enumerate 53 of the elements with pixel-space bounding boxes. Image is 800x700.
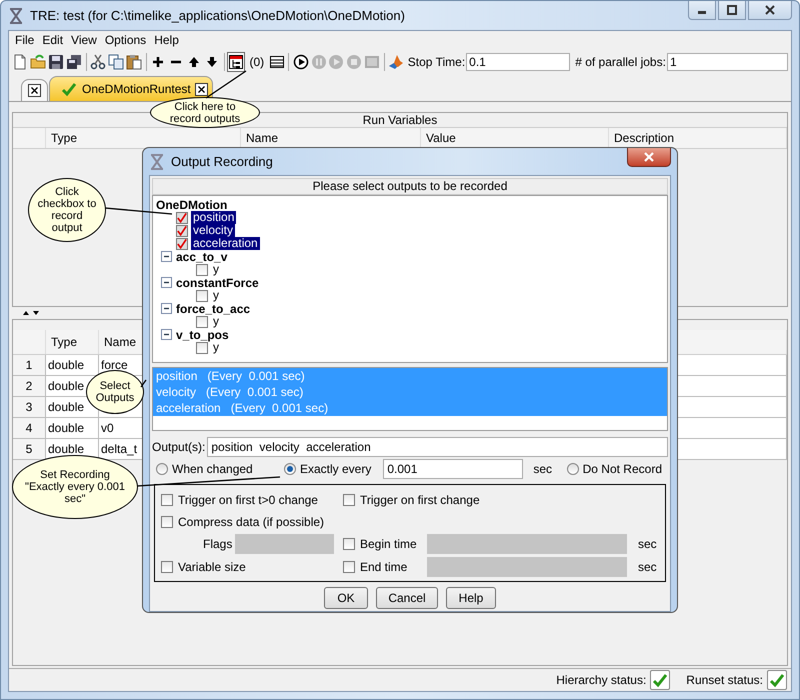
menu-item[interactable]: File [11, 32, 38, 48]
menu-item[interactable]: Edit [38, 32, 68, 48]
window-title: TRE: test (for C:\timelike_applications\OneDMotion\OneDMotion) [30, 8, 405, 23]
tree-item[interactable]: acceleration [191, 237, 260, 250]
radio-label: When changed [172, 462, 253, 476]
row-number: 3 [13, 397, 46, 417]
menu-item[interactable]: Options [100, 32, 150, 48]
dialog-title: Output Recording [171, 154, 273, 169]
checkbox-label: Trigger on first t>0 change [178, 492, 318, 506]
unit-label: sec [533, 462, 552, 476]
unit-label: sec [638, 537, 657, 551]
dialog-button[interactable]: Cancel [376, 587, 438, 609]
tree-group-label[interactable]: force_to_acc [176, 302, 250, 316]
unit-label: sec [638, 560, 657, 574]
dialog-button[interactable]: OK [324, 587, 368, 609]
table-cell: double [46, 418, 99, 438]
tree-item[interactable]: position [191, 211, 236, 224]
parallel-jobs-label: # of parallel jobs: [575, 55, 666, 69]
interval-field[interactable]: 0.001 [383, 459, 524, 479]
tab[interactable]: OneDMotionRuntest [49, 76, 213, 101]
tree-item[interactable]: velocity [191, 224, 236, 237]
tree-group-label[interactable]: constantForce [176, 276, 259, 290]
column-header: Type [46, 330, 99, 354]
field-label: Flags [203, 537, 232, 551]
tree-root-label[interactable]: OneDMotion [156, 198, 228, 212]
tree-group-label[interactable]: v_to_pos [176, 328, 229, 342]
stop-time-label: Stop Time: [408, 55, 466, 69]
radio-label: Exactly every [300, 462, 372, 476]
tree-item[interactable]: y [211, 315, 221, 328]
tree-item[interactable]: y [211, 341, 221, 354]
row-number: 4 [13, 418, 46, 438]
status-label: Runset status: [686, 673, 763, 687]
menu-item[interactable]: Help [150, 32, 183, 48]
parallel-jobs-field[interactable]: 1 [666, 53, 788, 71]
stop-time-field[interactable]: 0.1 [466, 53, 570, 71]
checkbox-label: Variable size [178, 560, 246, 574]
checkbox-label: Begin time [360, 537, 418, 551]
dialog-button[interactable]: Help [446, 587, 496, 609]
tree-group-label[interactable]: acc_to_v [176, 250, 228, 264]
row-number: 1 [13, 355, 46, 375]
menu-item[interactable]: View [67, 32, 101, 48]
output-count: (0) [248, 55, 266, 69]
row-number: 2 [13, 376, 46, 396]
row-number: 5 [13, 439, 46, 459]
outputs-field[interactable]: position velocity acceleration [207, 437, 668, 457]
checkbox-label: Compress data (if possible) [178, 514, 324, 528]
status-label: Hierarchy status: [556, 673, 646, 687]
checkbox-label: End time [360, 560, 408, 574]
tree-item[interactable]: y [211, 263, 221, 276]
radio-label: Do Not Record [582, 462, 662, 476]
section-heading: Please select outputs to be recorded [152, 178, 668, 195]
checkbox-label: Trigger on first change [360, 492, 480, 506]
tree-item[interactable]: y [211, 289, 221, 302]
